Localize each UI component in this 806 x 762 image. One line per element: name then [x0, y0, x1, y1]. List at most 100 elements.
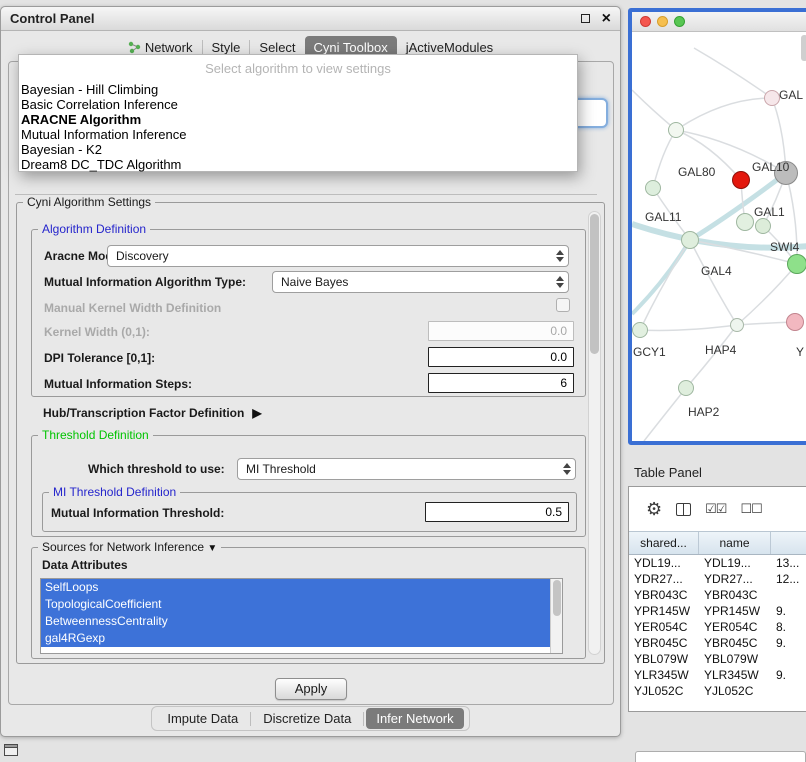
bottom-tab-bar: Impute Data Discretize Data Infer Networ…: [1, 706, 620, 731]
network-node[interactable]: [668, 122, 684, 138]
minimize-traffic-light[interactable]: [657, 16, 668, 27]
table-row[interactable]: YBR043C YBR043C: [629, 587, 806, 603]
table-row[interactable]: YBL079W YBL079W: [629, 651, 806, 667]
restore-panel-icon[interactable]: [4, 744, 18, 756]
network-node[interactable]: [678, 380, 694, 396]
dpi-tolerance-label: DPI Tolerance [0,1]:: [44, 351, 155, 365]
network-node[interactable]: [736, 213, 754, 231]
network-node[interactable]: [786, 313, 804, 331]
cell-shared-name: YLR345W: [629, 668, 699, 682]
network-node[interactable]: [730, 318, 744, 332]
mi-steps-input[interactable]: [428, 373, 574, 393]
network-node[interactable]: [787, 254, 806, 274]
dpi-tolerance-input[interactable]: [428, 347, 574, 367]
cell-shared-name: YBR045C: [629, 636, 699, 650]
network-node[interactable]: [732, 171, 750, 189]
which-threshold-select[interactable]: MI Threshold: [237, 458, 576, 480]
algorithm-option[interactable]: Bayesian - Hill Climbing: [19, 82, 577, 97]
column-header-name[interactable]: name: [699, 532, 771, 554]
data-attribute-item[interactable]: BetweennessCentrality: [41, 613, 562, 630]
apply-button[interactable]: Apply: [275, 678, 347, 700]
tab-separator: [250, 712, 251, 726]
table-row[interactable]: YDR27... YDR27... 12...: [629, 571, 806, 587]
network-canvas[interactable]: GALGAL80GAL10GAL11GAL1SWI4GAL4GCY1HAP4YH…: [632, 32, 806, 441]
algorithm-option[interactable]: ARACNE Algorithm: [19, 112, 577, 127]
table-row[interactable]: YPR145W YPR145W 9.: [629, 603, 806, 619]
table-toolbar: ⚙ ☑☑ ☐☐: [629, 487, 806, 531]
mi-type-select[interactable]: Naive Bayes: [272, 271, 569, 293]
cell-name: YPR145W: [699, 604, 771, 618]
cell-value: 9.: [771, 668, 806, 682]
cell-name: YBR043C: [699, 588, 771, 602]
algorithm-option[interactable]: Mutual Information Inference: [19, 127, 577, 142]
mi-threshold-label: Mutual Information Threshold:: [51, 506, 224, 520]
data-attributes-label: Data Attributes: [42, 558, 128, 572]
cell-value: 13...: [771, 556, 806, 570]
network-node[interactable]: [645, 180, 661, 196]
zoom-traffic-light[interactable]: [674, 16, 685, 27]
network-node[interactable]: [755, 218, 771, 234]
sources-title[interactable]: Sources for Network Inference ▼: [38, 540, 221, 554]
deselect-all-icon[interactable]: ☐☐: [740, 501, 761, 517]
network-node-label: GAL4: [701, 264, 732, 278]
cell-value: 8.: [771, 620, 806, 634]
manual-kernel-checkbox[interactable]: [556, 298, 570, 312]
aracne-mode-select[interactable]: Discovery: [107, 245, 569, 267]
cell-shared-name: YPR145W: [629, 604, 699, 618]
cell-shared-name: YBL079W: [629, 652, 699, 666]
data-attribute-item[interactable]: TopologicalCoefficient: [41, 596, 562, 613]
algorithm-option[interactable]: Dream8 DC_TDC Algorithm: [19, 157, 577, 172]
cell-name: YBL079W: [699, 652, 771, 666]
tab-discretize-data[interactable]: Discretize Data: [253, 708, 361, 729]
list-scrollbar[interactable]: [550, 579, 562, 653]
network-node[interactable]: [632, 322, 648, 338]
tab-infer-network[interactable]: Infer Network: [366, 708, 463, 729]
table-body: YDL19... YDL19... 13... YDR27... YDR27..…: [629, 555, 806, 699]
network-node[interactable]: [764, 90, 780, 106]
tab-network-label: Network: [145, 40, 193, 55]
close-icon[interactable]: ×: [602, 11, 611, 27]
column-header-shared-name[interactable]: shared...: [629, 532, 699, 554]
table-row[interactable]: YLR345W YLR345W 9.: [629, 667, 806, 683]
birdseye-panel-strip[interactable]: [635, 751, 806, 762]
table-row[interactable]: YJL052C YJL052C: [629, 683, 806, 699]
network-node-label: GAL11: [645, 210, 681, 224]
algorithm-definition-group: Algorithm Definition Aracne Mode: Discov…: [31, 229, 586, 397]
settings-scrollbar[interactable]: [588, 211, 601, 655]
network-node-label: GAL1: [754, 205, 785, 219]
select-all-icon[interactable]: ☑☑: [705, 501, 726, 517]
close-traffic-light[interactable]: [640, 16, 651, 27]
which-threshold-value: MI Threshold: [246, 462, 316, 476]
algorithm-option[interactable]: Bayesian - K2: [19, 142, 577, 157]
table-header-row: shared... name: [629, 531, 806, 555]
cell-value: 12...: [771, 572, 806, 586]
table-panel-window: ⚙ ☑☑ ☐☐ shared... name YDL19... YDL19...…: [628, 486, 806, 712]
data-attribute-item[interactable]: SelfLoops: [41, 579, 562, 596]
mi-threshold-input[interactable]: [425, 502, 569, 522]
hub-definition-label: Hub/Transcription Factor Definition: [43, 406, 244, 420]
network-icon: [128, 41, 141, 54]
network-scrollbar[interactable]: [801, 35, 806, 61]
tab-cyni-toolbox-label: Cyni Toolbox: [314, 40, 388, 55]
float-window-icon[interactable]: [581, 14, 590, 23]
network-node[interactable]: [681, 231, 699, 249]
hub-definition-expander[interactable]: Hub/Transcription Factor Definition ▶: [43, 406, 262, 420]
data-attribute-item[interactable]: gal4RGexp: [41, 630, 562, 647]
tab-impute-data[interactable]: Impute Data: [157, 708, 248, 729]
algorithm-option[interactable]: Basic Correlation Inference: [19, 97, 577, 112]
table-row[interactable]: YBR045C YBR045C 9.: [629, 635, 806, 651]
cell-name: YLR345W: [699, 668, 771, 682]
table-row[interactable]: YDL19... YDL19... 13...: [629, 555, 806, 571]
cell-name: YJL052C: [699, 684, 771, 698]
table-row[interactable]: YER054C YER054C 8.: [629, 619, 806, 635]
settings-scrollbar-thumb[interactable]: [590, 214, 599, 354]
kernel-width-input[interactable]: [428, 321, 574, 341]
list-scrollbar-thumb[interactable]: [553, 580, 561, 616]
gear-icon[interactable]: ⚙: [646, 499, 662, 520]
column-header-partial[interactable]: [771, 532, 806, 554]
aracne-mode-value: Discovery: [116, 249, 169, 263]
cell-name: YER054C: [699, 620, 771, 634]
cell-value: 9.: [771, 636, 806, 650]
columns-icon[interactable]: [676, 503, 691, 516]
tab-style-label: Style: [212, 40, 241, 55]
